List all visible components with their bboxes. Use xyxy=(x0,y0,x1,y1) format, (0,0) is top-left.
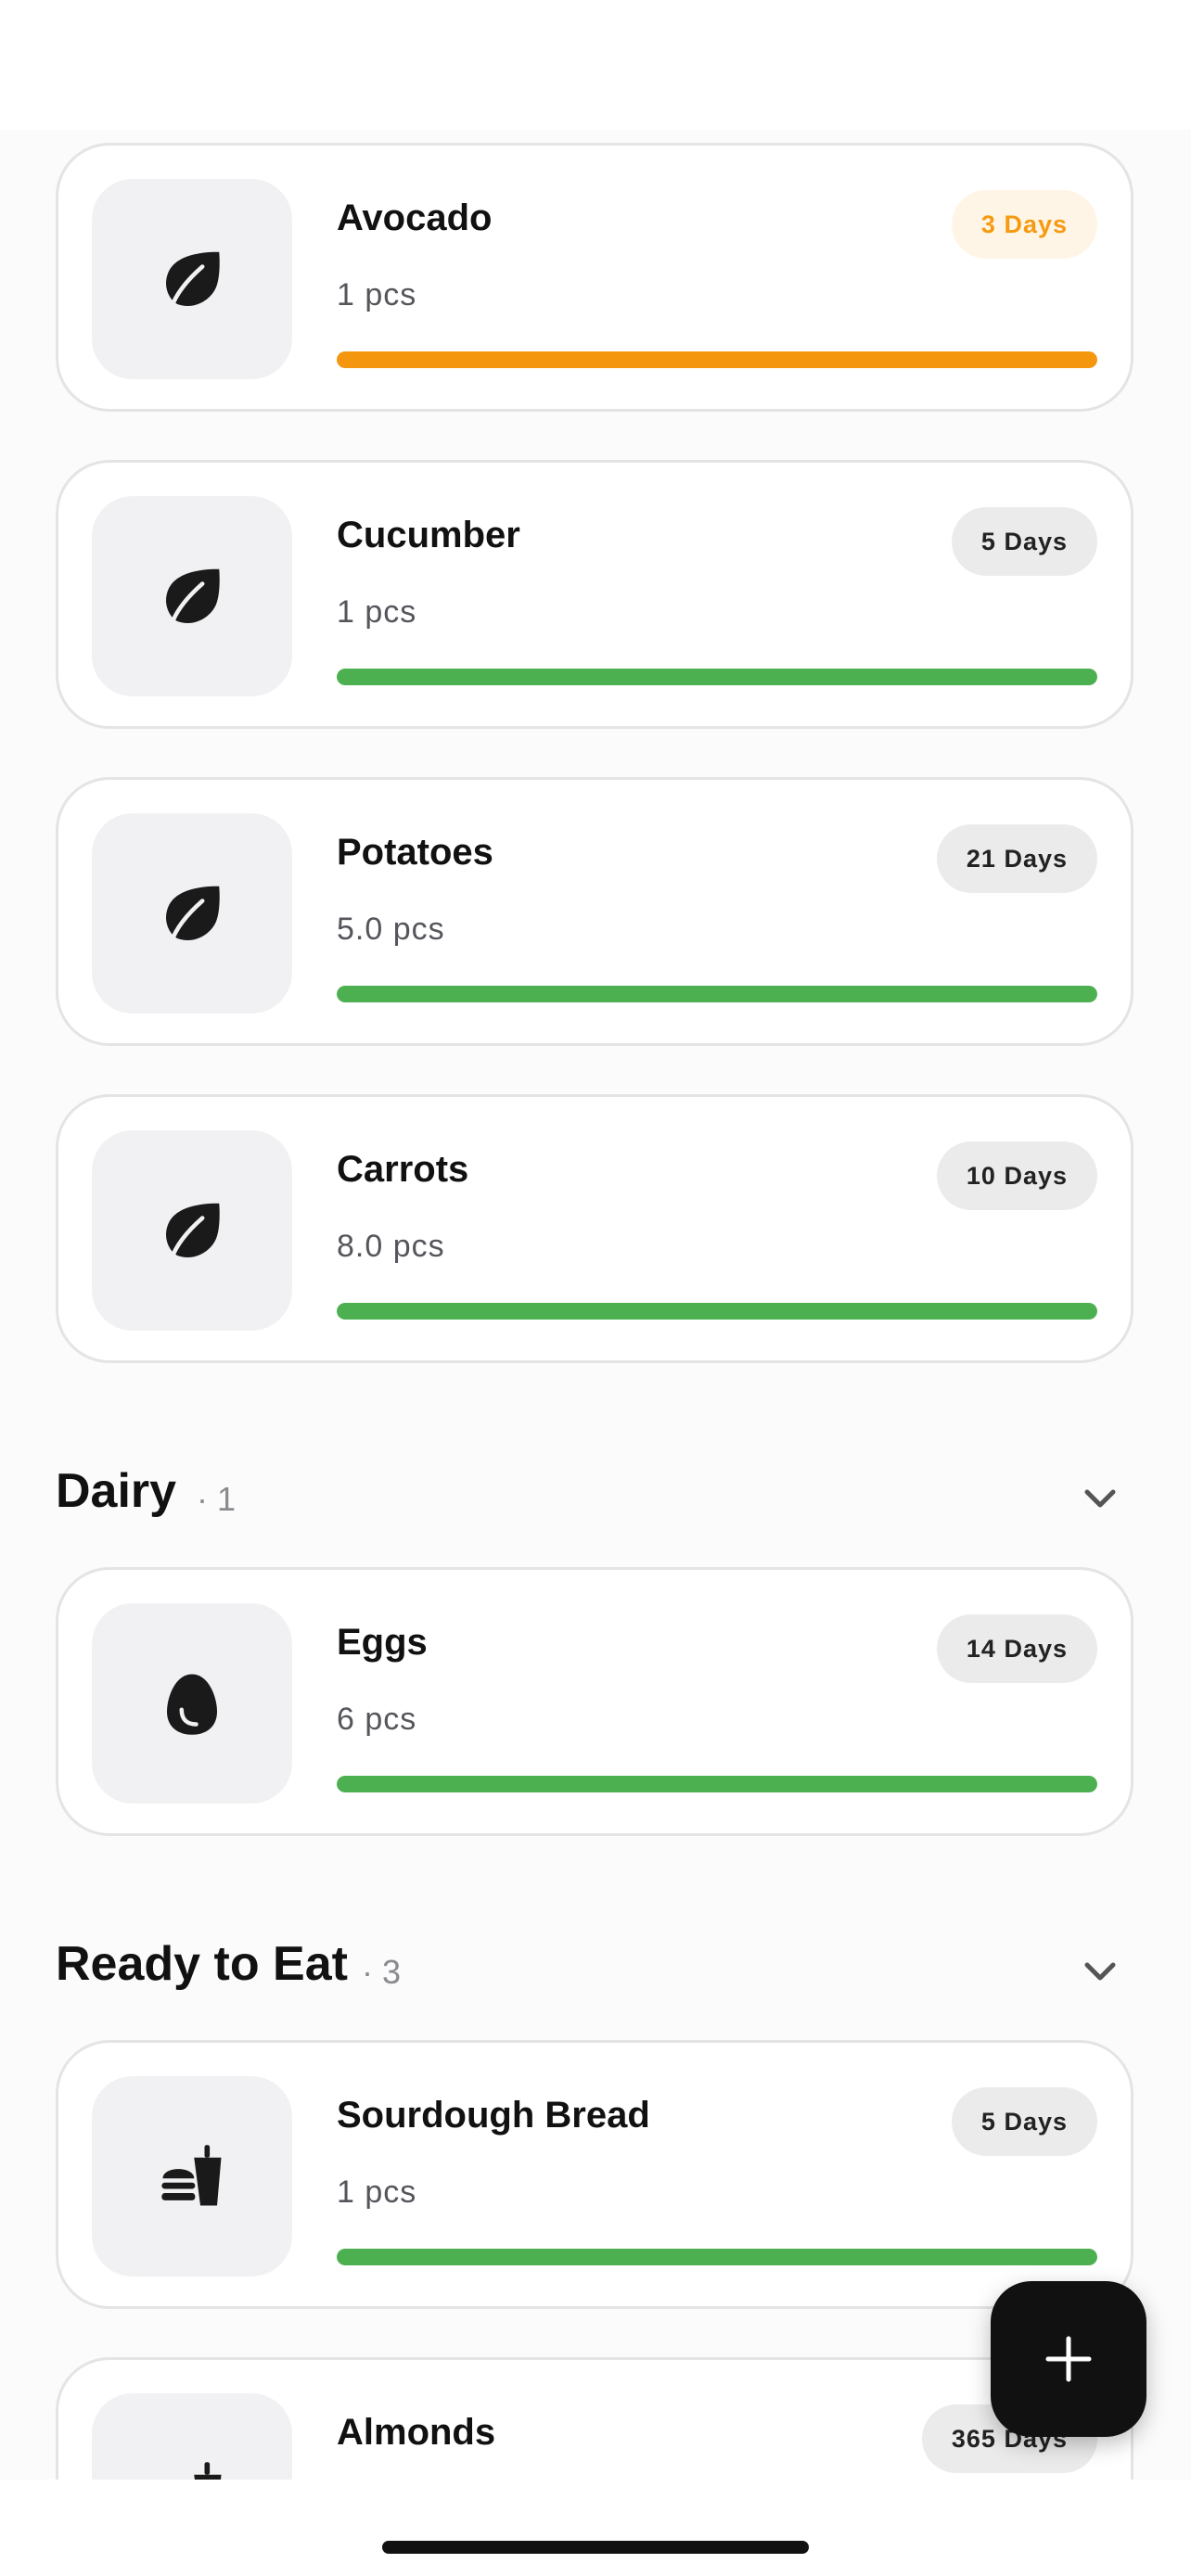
leaf-icon xyxy=(159,246,225,312)
freshness-bar-fill xyxy=(337,2249,1097,2265)
section-header-dairy[interactable]: Dairy · 1 xyxy=(56,1463,1133,1537)
section-title: Ready to Eat xyxy=(56,1937,348,1991)
freshness-bar xyxy=(337,2249,1097,2265)
add-item-button[interactable] xyxy=(991,2281,1146,2437)
item-name: Avocado xyxy=(337,198,493,238)
days-left-badge: 21 Days xyxy=(936,824,1097,893)
section-count: · 3 xyxy=(362,1953,402,1991)
freshness-bar xyxy=(337,351,1097,368)
item-card-potatoes[interactable]: Potatoes 5.0 pcs 21 Days xyxy=(56,777,1133,1046)
days-left-badge: 10 Days xyxy=(936,1141,1097,1210)
home-indicator xyxy=(382,2541,809,2554)
item-name: Cucumber xyxy=(337,515,520,555)
item-quantity: 1 pcs xyxy=(337,594,417,630)
leaf-icon xyxy=(159,880,225,947)
days-left-badge: 3 Days xyxy=(951,190,1097,259)
item-card-carrots[interactable]: Carrots 8.0 pcs 10 Days xyxy=(56,1094,1133,1363)
section-count: · 1 xyxy=(197,1480,237,1518)
item-thumbnail xyxy=(92,1130,292,1331)
days-left-badge: 5 Days xyxy=(951,2087,1097,2156)
item-thumbnail xyxy=(92,813,292,1014)
item-thumbnail xyxy=(92,1603,292,1804)
item-quantity: 5.0 pcs xyxy=(337,912,445,947)
item-card-cucumber[interactable]: Cucumber 1 pcs 5 Days xyxy=(56,460,1133,729)
food-drink-icon xyxy=(159,2460,225,2480)
leaf-icon xyxy=(159,563,225,630)
item-name: Potatoes xyxy=(337,832,493,873)
item-card-sourdough-bread[interactable]: Sourdough Bread 1 pcs 5 Days xyxy=(56,2040,1133,2309)
section-title: Dairy xyxy=(56,1464,177,1518)
inventory-list[interactable]: Avocado 1 pcs 3 Days Cucumber 1 pcs 5 Da… xyxy=(0,130,1191,2480)
item-name: Almonds xyxy=(337,2412,496,2453)
freshness-bar xyxy=(337,669,1097,685)
leaf-icon xyxy=(159,1197,225,1264)
freshness-bar xyxy=(337,986,1097,1002)
item-card-almonds[interactable]: Almonds 365 Days xyxy=(56,2357,1133,2480)
item-name: Eggs xyxy=(337,1622,428,1663)
days-left-badge: 5 Days xyxy=(951,507,1097,576)
freshness-bar-fill xyxy=(337,1303,1097,1320)
freshness-bar-fill xyxy=(337,1776,1097,1792)
item-name: Carrots xyxy=(337,1149,469,1190)
chevron-down-icon[interactable] xyxy=(1078,1476,1122,1521)
item-card-eggs[interactable]: Eggs 6 pcs 14 Days xyxy=(56,1567,1133,1836)
item-card-avocado[interactable]: Avocado 1 pcs 3 Days xyxy=(56,143,1133,412)
item-quantity: 1 pcs xyxy=(337,2174,417,2210)
days-left-badge: 14 Days xyxy=(936,1614,1097,1683)
section-header-ready-to-eat[interactable]: Ready to Eat · 3 xyxy=(56,1936,1133,2010)
item-quantity: 1 pcs xyxy=(337,277,417,312)
food-drink-icon xyxy=(159,2143,225,2210)
freshness-bar xyxy=(337,1776,1097,1792)
chevron-down-icon[interactable] xyxy=(1078,1949,1122,1994)
item-quantity: 8.0 pcs xyxy=(337,1229,445,1264)
item-thumbnail xyxy=(92,2393,292,2480)
item-thumbnail xyxy=(92,179,292,379)
freshness-bar-fill xyxy=(337,986,1097,1002)
egg-icon xyxy=(159,1670,225,1737)
item-name: Sourdough Bread xyxy=(337,2095,650,2136)
item-thumbnail xyxy=(92,496,292,696)
freshness-bar-fill xyxy=(337,669,1097,685)
plus-icon xyxy=(1045,2336,1092,2382)
item-thumbnail xyxy=(92,2076,292,2276)
freshness-bar-fill xyxy=(337,351,1097,368)
item-quantity: 6 pcs xyxy=(337,1702,417,1737)
freshness-bar xyxy=(337,1303,1097,1320)
